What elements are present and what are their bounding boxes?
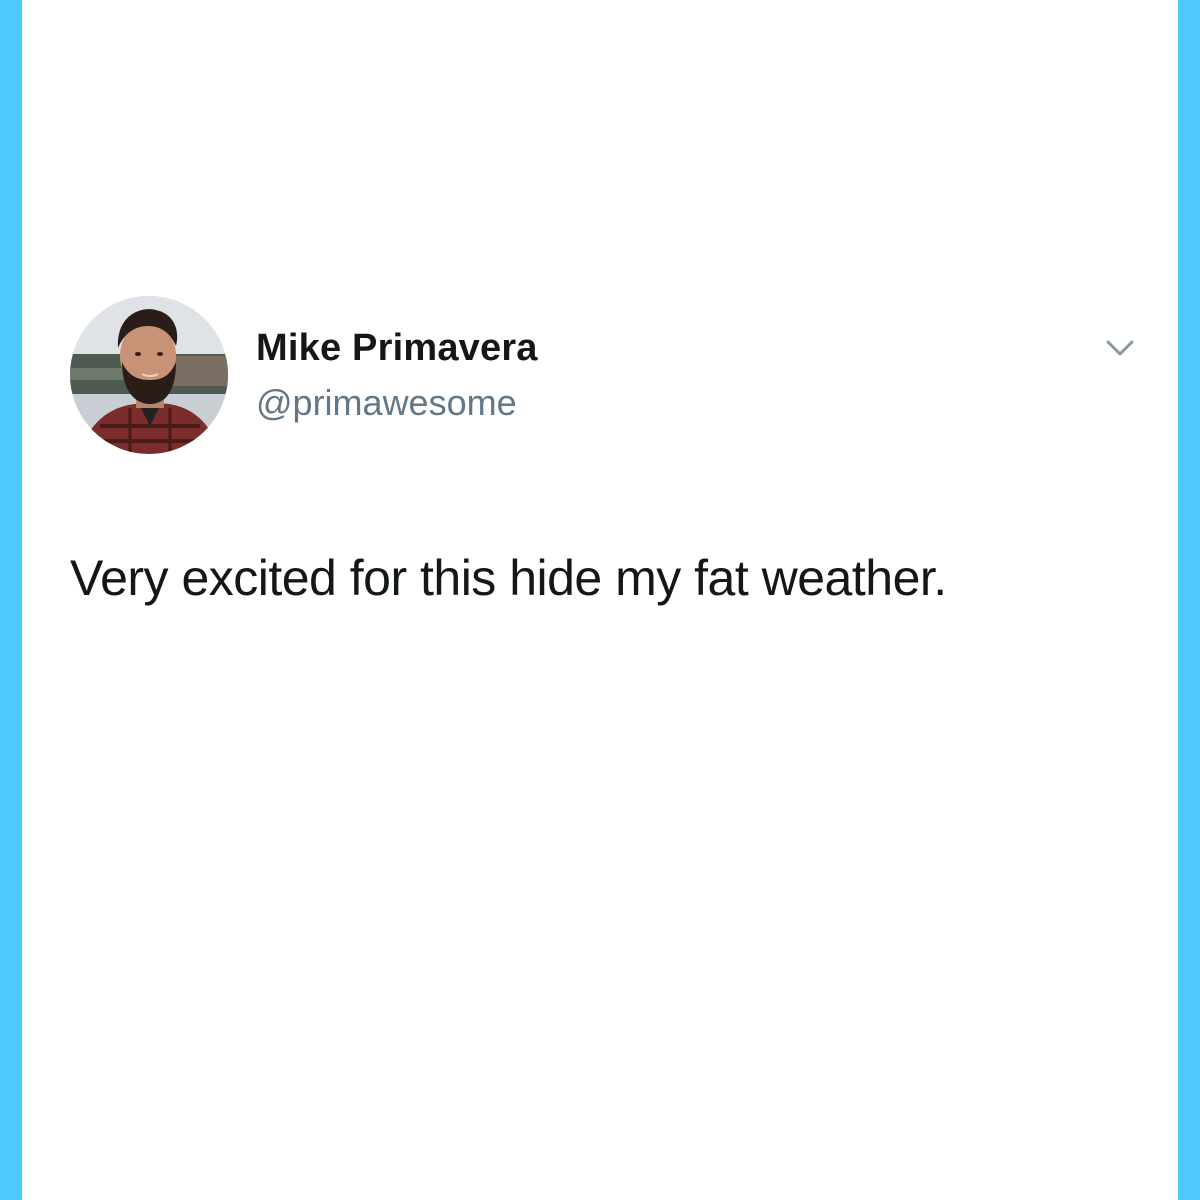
author-names: Mike Primavera @primawesome bbox=[256, 323, 538, 427]
frame-border-right bbox=[1178, 0, 1200, 1200]
chevron-down-icon[interactable] bbox=[1100, 334, 1140, 364]
meme-frame: Mike Primavera @primawesome Very excited… bbox=[0, 0, 1200, 1200]
frame-border-left bbox=[0, 0, 22, 1200]
tweet-header: Mike Primavera @primawesome bbox=[70, 296, 1150, 454]
author-handle[interactable]: @primawesome bbox=[256, 379, 538, 427]
tweet-text: Very excited for this hide my fat weathe… bbox=[70, 550, 947, 606]
avatar-photo bbox=[70, 296, 228, 454]
avatar[interactable] bbox=[70, 296, 228, 454]
tweet-card: Mike Primavera @primawesome Very excited… bbox=[70, 296, 1150, 620]
author-display-name[interactable]: Mike Primavera bbox=[256, 323, 538, 373]
